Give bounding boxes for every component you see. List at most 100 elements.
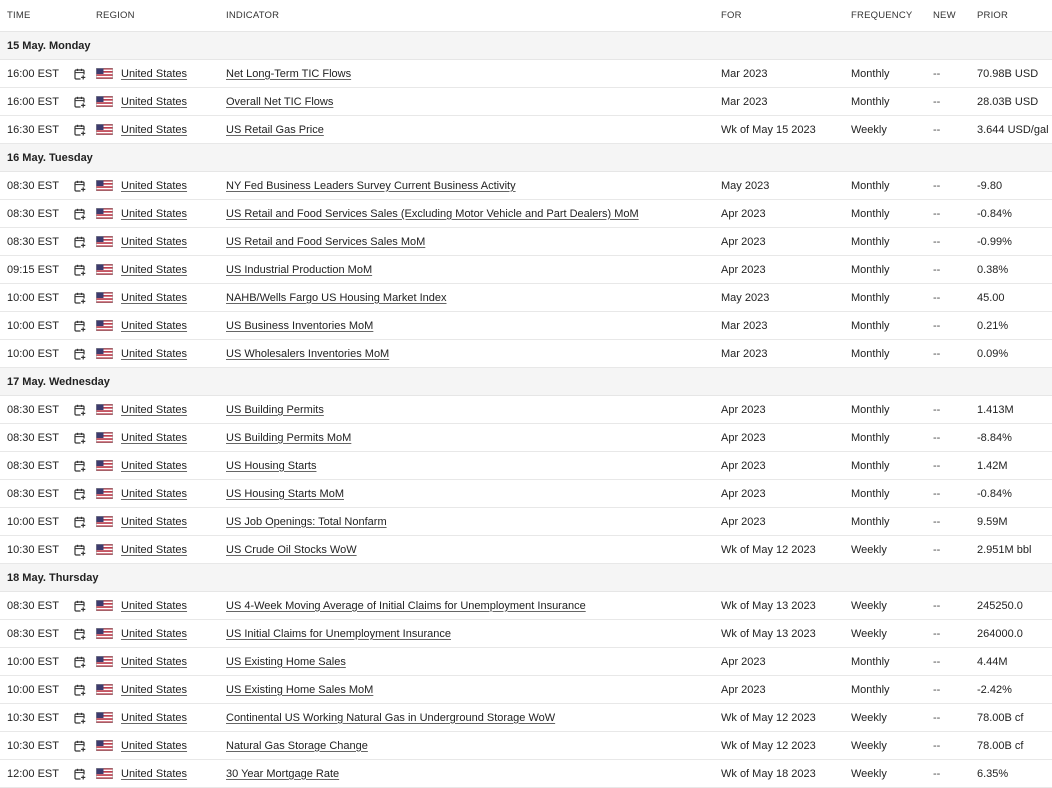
indicator-link[interactable]: US Housing Starts	[226, 460, 316, 472]
header-frequency[interactable]: FREQUENCY	[851, 0, 933, 32]
header-for[interactable]: FOR	[721, 0, 851, 32]
add-to-calendar-button[interactable]	[68, 423, 96, 452]
calendar-add-icon[interactable]	[74, 656, 86, 668]
header-new[interactable]: NEW	[933, 0, 977, 32]
region-link[interactable]: United States	[121, 684, 187, 696]
table-row[interactable]: 08:30 EST United States US Housing Starts A…	[0, 451, 1052, 480]
add-to-calendar-button[interactable]	[68, 227, 96, 256]
region-link[interactable]: United States	[121, 656, 187, 668]
indicator-link[interactable]: Overall Net TIC Flows	[226, 96, 333, 108]
add-to-calendar-button[interactable]	[68, 199, 96, 228]
indicator-link[interactable]: US Building Permits MoM	[226, 432, 351, 444]
calendar-add-icon[interactable]	[74, 236, 86, 248]
calendar-add-icon[interactable]	[74, 544, 86, 556]
table-row[interactable]: 10:00 EST United States US Wholesalers Inv…	[0, 339, 1052, 368]
indicator-link[interactable]: US 4-Week Moving Average of Initial Clai…	[226, 600, 586, 612]
indicator-link[interactable]: US Existing Home Sales MoM	[226, 684, 373, 696]
calendar-add-icon[interactable]	[74, 488, 86, 500]
indicator-link[interactable]: Net Long-Term TIC Flows	[226, 68, 351, 80]
table-row[interactable]: 08:30 EST United States US Building Permit…	[0, 395, 1052, 424]
calendar-add-icon[interactable]	[74, 600, 86, 612]
region-link[interactable]: United States	[121, 348, 187, 360]
region-link[interactable]: United States	[121, 460, 187, 472]
add-to-calendar-button[interactable]	[68, 171, 96, 200]
indicator-link[interactable]: US Industrial Production MoM	[226, 264, 372, 276]
indicator-link[interactable]: US Existing Home Sales	[226, 656, 346, 668]
table-row[interactable]: 10:00 EST United States NAHB/Wells Fargo U…	[0, 283, 1052, 312]
calendar-add-icon[interactable]	[74, 96, 86, 108]
indicator-link[interactable]: US Business Inventories MoM	[226, 320, 373, 332]
calendar-add-icon[interactable]	[74, 460, 86, 472]
calendar-add-icon[interactable]	[74, 516, 86, 528]
table-row[interactable]: 10:30 EST United States Natural Gas Storag…	[0, 731, 1052, 760]
calendar-add-icon[interactable]	[74, 292, 86, 304]
calendar-add-icon[interactable]	[74, 68, 86, 80]
calendar-add-icon[interactable]	[74, 740, 86, 752]
table-row[interactable]: 10:00 EST United States US Business Invent…	[0, 311, 1052, 340]
table-row[interactable]: 08:30 EST United States NY Fed Business Le…	[0, 171, 1052, 200]
region-link[interactable]: United States	[121, 180, 187, 192]
table-row[interactable]: 12:00 EST United States 30 Year Mortgage R…	[0, 759, 1052, 788]
indicator-link[interactable]: US Housing Starts MoM	[226, 488, 344, 500]
add-to-calendar-button[interactable]	[68, 479, 96, 508]
add-to-calendar-button[interactable]	[68, 619, 96, 648]
add-to-calendar-button[interactable]	[68, 647, 96, 676]
region-link[interactable]: United States	[121, 320, 187, 332]
table-row[interactable]: 16:30 EST United States US Retail Gas Pric…	[0, 115, 1052, 144]
region-link[interactable]: United States	[121, 404, 187, 416]
add-to-calendar-button[interactable]	[68, 339, 96, 368]
add-to-calendar-button[interactable]	[68, 731, 96, 760]
table-row[interactable]: 08:30 EST United States US Retail and Food…	[0, 227, 1052, 256]
indicator-link[interactable]: US Retail and Food Services Sales (Exclu…	[226, 208, 639, 220]
add-to-calendar-button[interactable]	[68, 283, 96, 312]
table-row[interactable]: 10:00 EST United States US Job Openings: T…	[0, 507, 1052, 536]
region-link[interactable]: United States	[121, 488, 187, 500]
add-to-calendar-button[interactable]	[68, 395, 96, 424]
calendar-add-icon[interactable]	[74, 628, 86, 640]
add-to-calendar-button[interactable]	[68, 507, 96, 536]
add-to-calendar-button[interactable]	[68, 59, 96, 88]
calendar-add-icon[interactable]	[74, 320, 86, 332]
region-link[interactable]: United States	[121, 544, 187, 556]
calendar-add-icon[interactable]	[74, 348, 86, 360]
table-row[interactable]: 16:00 EST United States Net Long-Term TIC …	[0, 59, 1052, 88]
indicator-link[interactable]: 30 Year Mortgage Rate	[226, 768, 339, 780]
region-link[interactable]: United States	[121, 124, 187, 136]
calendar-add-icon[interactable]	[74, 432, 86, 444]
add-to-calendar-button[interactable]	[68, 87, 96, 116]
indicator-link[interactable]: NY Fed Business Leaders Survey Current B…	[226, 180, 516, 192]
indicator-link[interactable]: US Wholesalers Inventories MoM	[226, 348, 389, 360]
calendar-add-icon[interactable]	[74, 712, 86, 724]
region-link[interactable]: United States	[121, 96, 187, 108]
table-row[interactable]: 09:15 EST United States US Industrial Prod…	[0, 255, 1052, 284]
add-to-calendar-button[interactable]	[68, 535, 96, 564]
region-link[interactable]: United States	[121, 628, 187, 640]
region-link[interactable]: United States	[121, 712, 187, 724]
add-to-calendar-button[interactable]	[68, 451, 96, 480]
add-to-calendar-button[interactable]	[68, 591, 96, 620]
header-indicator[interactable]: INDICATOR	[226, 0, 721, 32]
table-row[interactable]: 08:30 EST United States US Retail and Food…	[0, 199, 1052, 228]
region-link[interactable]: United States	[121, 264, 187, 276]
header-time[interactable]: TIME	[0, 0, 68, 32]
calendar-add-icon[interactable]	[74, 684, 86, 696]
add-to-calendar-button[interactable]	[68, 675, 96, 704]
table-row[interactable]: 08:30 EST United States US Initial Claims …	[0, 619, 1052, 648]
indicator-link[interactable]: US Building Permits	[226, 404, 324, 416]
table-row[interactable]: 10:00 EST United States US Existing Home S…	[0, 675, 1052, 704]
calendar-add-icon[interactable]	[74, 264, 86, 276]
region-link[interactable]: United States	[121, 292, 187, 304]
table-row[interactable]: 10:30 EST United States US Crude Oil Stock…	[0, 535, 1052, 564]
region-link[interactable]: United States	[121, 208, 187, 220]
region-link[interactable]: United States	[121, 432, 187, 444]
calendar-add-icon[interactable]	[74, 768, 86, 780]
calendar-add-icon[interactable]	[74, 208, 86, 220]
header-prior[interactable]: PRIOR	[977, 0, 1052, 32]
indicator-link[interactable]: NAHB/Wells Fargo US Housing Market Index	[226, 292, 447, 304]
region-link[interactable]: United States	[121, 740, 187, 752]
calendar-add-icon[interactable]	[74, 404, 86, 416]
table-row[interactable]: 10:00 EST United States US Existing Home S…	[0, 647, 1052, 676]
add-to-calendar-button[interactable]	[68, 759, 96, 788]
table-row[interactable]: 08:30 EST United States US Housing Starts …	[0, 479, 1052, 508]
table-row[interactable]: 10:30 EST United States Continental US Wor…	[0, 703, 1052, 732]
